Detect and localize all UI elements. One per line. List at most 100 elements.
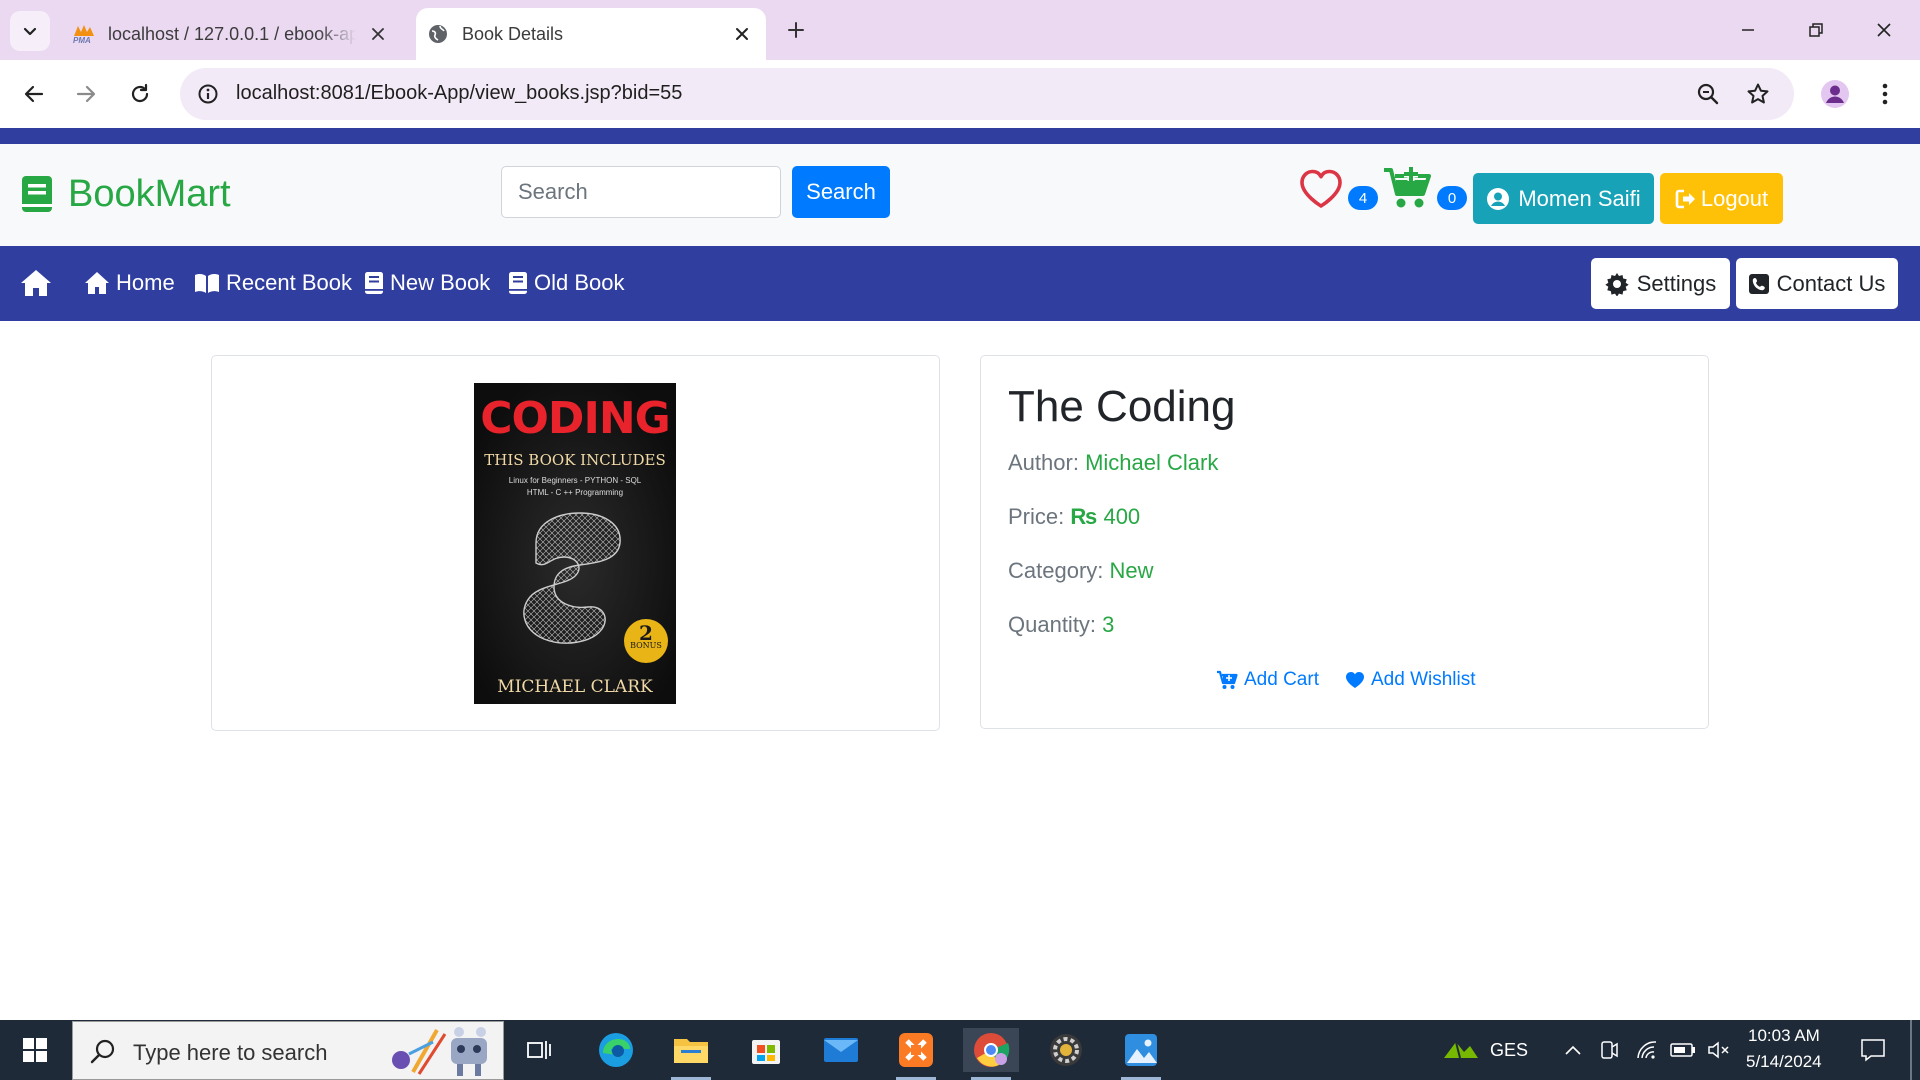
chevron-up-icon[interactable] xyxy=(1560,1038,1586,1062)
settings-button[interactable]: Settings xyxy=(1591,258,1730,309)
chevron-down-icon xyxy=(23,27,37,36)
new-tab-button[interactable] xyxy=(780,12,812,48)
nav-old-book-label: Old Book xyxy=(534,270,625,295)
tray-label: GES xyxy=(1490,1040,1529,1060)
plus-icon xyxy=(788,22,804,38)
volume-muted-icon[interactable] xyxy=(1706,1038,1732,1062)
nav-recent-book[interactable]: Recent Book xyxy=(194,266,352,300)
sign-out-icon xyxy=(1675,189,1695,208)
browser-tabstrip: PMA localhost / 127.0.0.1 / ebook-app Bo… xyxy=(0,0,1920,60)
bookmark-star-icon[interactable] xyxy=(1742,78,1774,110)
back-button[interactable] xyxy=(14,74,54,114)
nav-old-book[interactable]: Old Book xyxy=(508,266,625,300)
url-text[interactable]: localhost:8081/Ebook-App/view_books.jsp?… xyxy=(236,82,682,105)
book-icon xyxy=(509,272,527,294)
main-navbar: Home Recent Book New Book Old Book Setti… xyxy=(0,246,1920,321)
heart-icon xyxy=(1300,169,1342,208)
browser-menu-button[interactable] xyxy=(1870,74,1900,114)
reload-button[interactable] xyxy=(120,74,160,114)
close-window-button[interactable] xyxy=(1850,0,1918,60)
close-icon[interactable] xyxy=(366,22,390,46)
taskbar-xampp[interactable] xyxy=(888,1028,944,1080)
task-view-button[interactable] xyxy=(512,1028,568,1072)
meet-now-icon[interactable] xyxy=(1596,1038,1622,1062)
windows-logo-icon xyxy=(23,1038,47,1062)
logout-button[interactable]: Logout xyxy=(1660,173,1783,224)
category-label: Category: xyxy=(1008,558,1104,583)
restore-icon xyxy=(1809,23,1823,37)
taskbar-photos[interactable] xyxy=(1113,1028,1169,1080)
clock-time[interactable]: 10:03 AM xyxy=(1748,1026,1820,1046)
show-desktop-divider[interactable] xyxy=(1910,1020,1912,1080)
taskbar-mail[interactable] xyxy=(813,1028,869,1072)
site-info-icon[interactable] xyxy=(192,78,224,110)
minimize-icon xyxy=(1742,29,1754,31)
clock-date[interactable]: 5/14/2024 xyxy=(1746,1052,1822,1072)
wifi-icon[interactable] xyxy=(1634,1038,1660,1062)
notifications-icon[interactable] xyxy=(1858,1036,1888,1064)
nav-new-book[interactable]: New Book xyxy=(364,266,490,300)
avatar-icon xyxy=(1821,80,1849,108)
add-cart-label: Add Cart xyxy=(1244,669,1319,690)
nav-home[interactable]: Home xyxy=(84,266,175,300)
start-button[interactable] xyxy=(12,1032,58,1068)
photos-icon xyxy=(1125,1034,1157,1066)
user-name: Momen Saifi xyxy=(1518,185,1641,211)
user-profile-button[interactable]: Momen Saifi xyxy=(1473,173,1654,224)
contact-us-label: Contact Us xyxy=(1776,270,1886,296)
tab-phpmyadmin[interactable]: PMA localhost / 127.0.0.1 / ebook-app xyxy=(62,8,402,60)
taskbar-file-explorer[interactable] xyxy=(663,1028,719,1080)
battery-icon[interactable] xyxy=(1670,1038,1696,1062)
arrow-right-icon xyxy=(76,85,96,103)
nvidia-icon[interactable] xyxy=(1442,1038,1480,1062)
close-icon[interactable] xyxy=(730,22,754,46)
task-view-icon xyxy=(527,1041,551,1059)
cover-subtitle: THIS BOOK INCLUDES xyxy=(484,451,666,469)
add-cart-link[interactable]: Add Cart xyxy=(1216,666,1319,694)
contact-us-button[interactable]: Contact Us xyxy=(1736,258,1898,309)
home-icon xyxy=(85,272,109,294)
taskbar-settings-app[interactable] xyxy=(1038,1028,1094,1072)
windows-taskbar: Type here to search GES 10:03 AM 5/14/20… xyxy=(0,1020,1920,1080)
nav-new-book-label: New Book xyxy=(390,270,491,295)
tab-book-details[interactable]: Book Details xyxy=(416,8,766,60)
taskbar-edge[interactable] xyxy=(588,1028,644,1072)
search-input[interactable] xyxy=(501,166,781,218)
add-wishlist-label: Add Wishlist xyxy=(1371,669,1476,690)
forward-button[interactable] xyxy=(66,74,106,114)
zoom-icon[interactable] xyxy=(1692,78,1724,110)
search-button[interactable]: Search xyxy=(792,166,890,218)
restore-button[interactable] xyxy=(1782,0,1850,60)
store-icon xyxy=(752,1040,780,1064)
phpmyadmin-icon: PMA xyxy=(72,22,96,46)
address-bar[interactable]: localhost:8081/Ebook-App/view_books.jsp?… xyxy=(180,68,1794,120)
reload-icon xyxy=(131,83,149,103)
wishlist-button[interactable] xyxy=(1298,168,1344,214)
cart-plus-icon xyxy=(1217,670,1238,689)
minimize-button[interactable] xyxy=(1714,0,1782,60)
user-circle-icon xyxy=(1487,187,1510,210)
cart-button[interactable] xyxy=(1382,164,1432,210)
taskbar-chrome[interactable] xyxy=(963,1028,1019,1080)
logout-label: Logout xyxy=(1700,185,1769,211)
home-icon[interactable] xyxy=(20,268,52,298)
xampp-icon xyxy=(899,1033,933,1067)
cart-plus-icon xyxy=(1384,167,1431,208)
taskbar-store[interactable] xyxy=(738,1028,794,1072)
add-wishlist-link[interactable]: Add Wishlist xyxy=(1345,666,1476,694)
rupee-icon: ₨ xyxy=(1070,504,1098,529)
book-open-icon xyxy=(195,274,219,293)
close-icon xyxy=(1877,23,1891,37)
cover-title: CODING xyxy=(480,393,671,444)
profile-button[interactable] xyxy=(1815,74,1855,114)
quantity-value: 3 xyxy=(1102,612,1115,637)
brand-logo[interactable]: BookMart xyxy=(20,170,231,218)
taskbar-search[interactable]: Type here to search xyxy=(72,1021,504,1080)
quantity-line: Quantity: 3 xyxy=(1008,612,1114,638)
phone-square-icon xyxy=(1748,273,1769,294)
tab-search-button[interactable] xyxy=(10,11,50,51)
book-icon xyxy=(365,272,383,294)
tab-title: localhost / 127.0.0.1 / ebook-app xyxy=(108,23,356,44)
search-highlight-icon xyxy=(392,1027,487,1076)
arrow-left-icon xyxy=(24,85,44,103)
